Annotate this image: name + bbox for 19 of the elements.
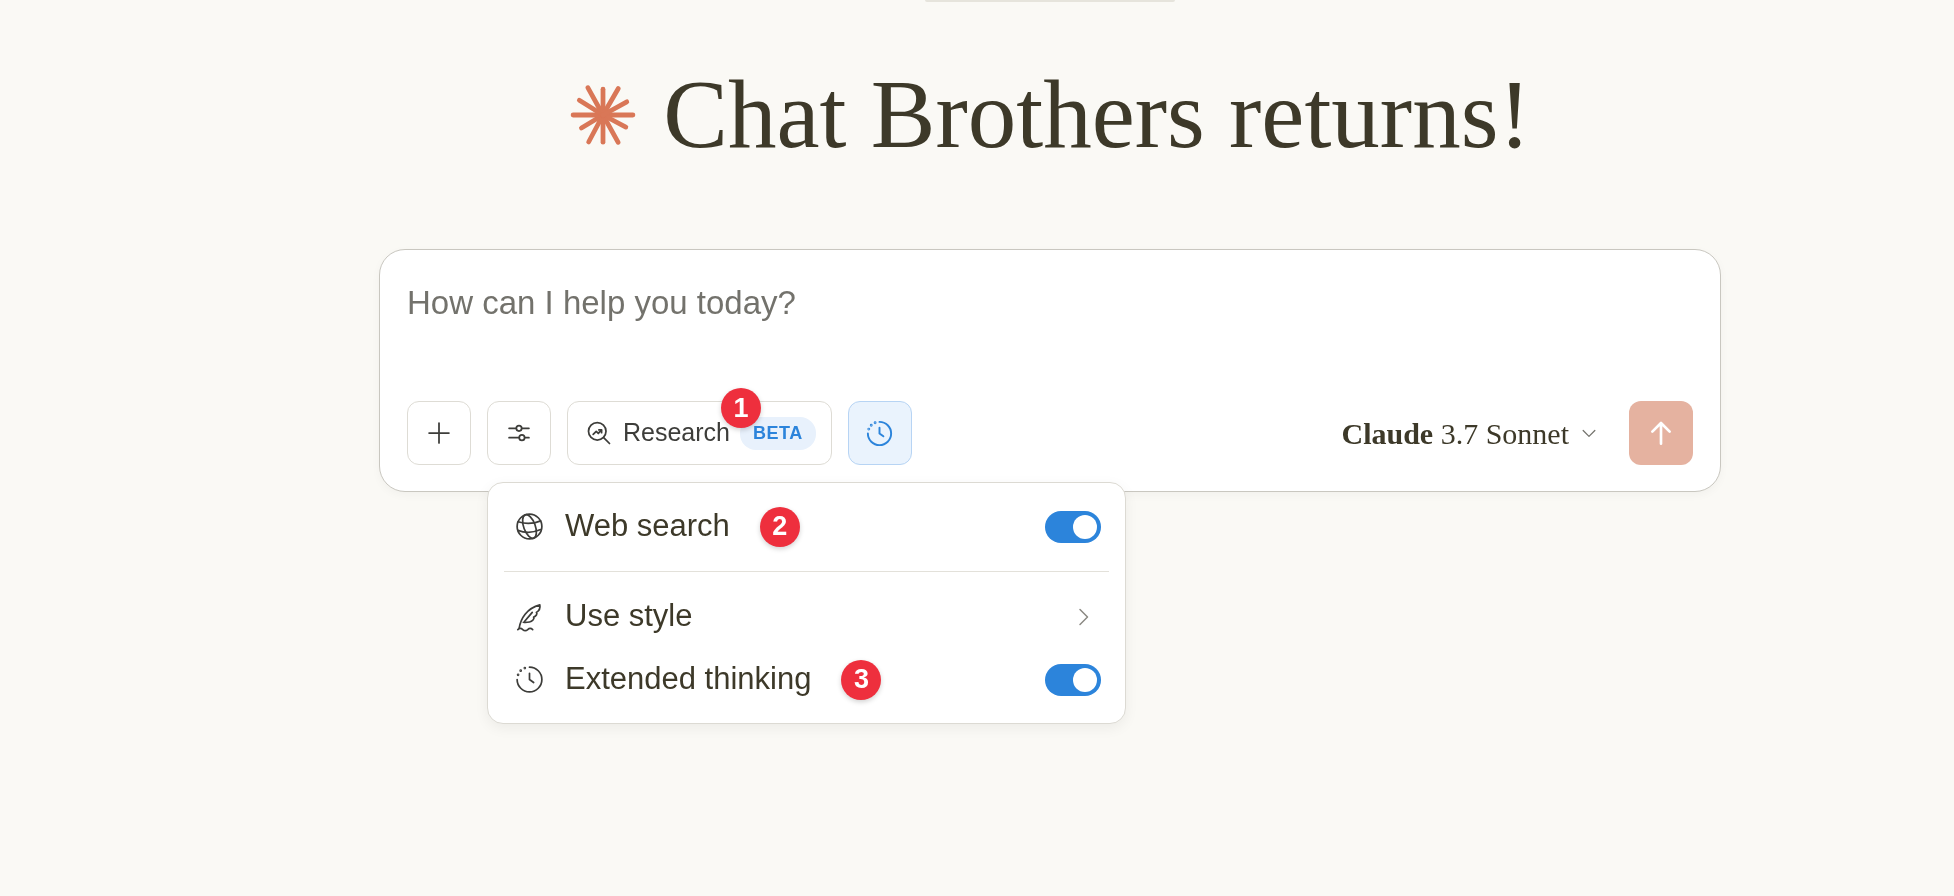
menu-item[interactable]: Extended thinking <box>565 656 812 703</box>
menu-item[interactable]: Web search <box>565 503 730 550</box>
annotation-marker: 2 <box>759 506 800 547</box>
model-selector[interactable]: Claude 3.7 Sonnet <box>1341 410 1599 456</box>
toggle-switch[interactable] <box>1045 663 1101 696</box>
search-trend-icon <box>585 419 613 447</box>
plus-icon <box>425 419 453 447</box>
beta-badge: BETA <box>740 416 816 450</box>
annotation-marker: 3 <box>841 659 882 700</box>
clock-icon <box>513 663 546 696</box>
page-title: Chat Brothers returns! <box>663 63 1531 167</box>
message-composer[interactable]: How can I help you today? Research BETA 1 Claude 3.7 Sonnet <box>379 249 1721 492</box>
thinking-button[interactable] <box>847 401 912 465</box>
menu-item[interactable]: Use style <box>565 593 693 640</box>
globe-icon <box>513 510 546 543</box>
add-button[interactable] <box>407 401 471 465</box>
input-field[interactable]: How can I help you today? <box>407 283 1693 383</box>
toggle-switch[interactable] <box>1045 510 1101 543</box>
options-button[interactable] <box>487 401 551 465</box>
